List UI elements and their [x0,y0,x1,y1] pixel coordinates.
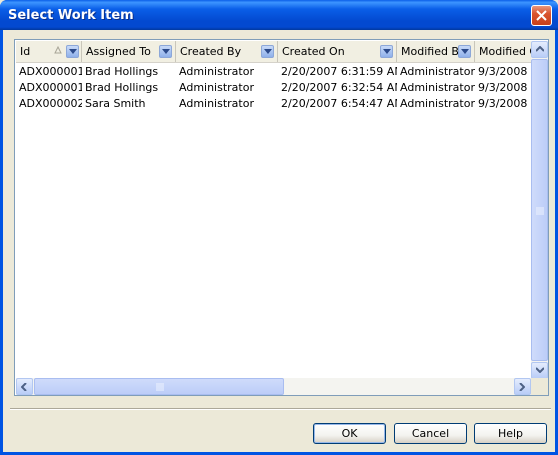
scroll-down-button[interactable] [531,362,548,379]
ok-button[interactable]: OK [313,423,386,444]
horizontal-scrollbar[interactable] [16,378,531,395]
table-row[interactable]: ADX0000025 Sara Smith Administrator 2/20… [16,96,531,112]
dialog-body: Id Assigned To Created By Created On Mod… [3,30,555,452]
chevron-down-icon [69,49,77,54]
column-header-modified-on[interactable]: Modified O [475,41,531,62]
column-header-id[interactable]: Id [16,41,82,62]
horizontal-scroll-thumb[interactable] [34,378,284,395]
grip-icon [156,383,164,391]
chevron-down-icon [162,49,170,54]
column-header-created-by[interactable]: Created By [176,41,278,62]
cell-created-on: 2/20/2007 6:32:54 AM [281,81,397,94]
cell-id: ADX0000015 [19,65,82,78]
cell-assigned-to: Brad Hollings [85,65,159,78]
column-header-assigned-to[interactable]: Assigned To [82,41,176,62]
scroll-right-button[interactable] [514,378,531,395]
vertical-scrollbar[interactable] [531,41,548,379]
cancel-button[interactable]: Cancel [394,423,467,444]
cell-modified-on: 9/3/2008 1 [478,81,531,94]
title-bar[interactable]: Select Work Item [0,0,558,30]
separator [10,408,551,410]
chevron-down-icon [383,49,391,54]
cell-created-by: Administrator [179,65,254,78]
cell-modified-on: 9/3/2008 1 [478,65,531,78]
cell-created-by: Administrator [179,97,254,110]
cell-modified-by: Administrator [400,97,475,110]
table-row[interactable]: ADX0000016 Brad Hollings Administrator 2… [16,80,531,96]
column-label-modified-on: Modified O [479,45,531,58]
filter-button-created-on[interactable] [380,45,393,58]
column-label-assigned-to: Assigned To [86,45,151,58]
scroll-up-button[interactable] [531,41,548,58]
chevron-right-icon [519,383,525,391]
table-row[interactable]: ADX0000015 Brad Hollings Administrator 2… [16,64,531,80]
cell-id: ADX0000025 [19,97,82,110]
filter-button-modified-by[interactable] [458,45,471,58]
filter-button-created-by[interactable] [261,45,274,58]
sort-ascending-icon [54,46,62,54]
filter-button-id[interactable] [66,45,79,58]
grid-rows: ADX0000015 Brad Hollings Administrator 2… [16,63,531,373]
cell-modified-on: 9/3/2008 1 [478,97,531,110]
chevron-up-icon [536,46,544,52]
grip-icon [536,207,544,215]
scroll-left-button[interactable] [16,378,33,395]
column-label-id: Id [20,45,31,58]
cell-modified-by: Administrator [400,81,475,94]
column-header-modified-by[interactable]: Modified By [397,41,475,62]
grid-header: Id Assigned To Created By Created On Mod… [16,41,531,63]
work-item-grid: Id Assigned To Created By Created On Mod… [14,39,549,396]
cell-created-on: 2/20/2007 6:31:59 AM [281,65,397,78]
help-button[interactable]: Help [474,423,547,444]
cell-created-by: Administrator [179,81,254,94]
column-label-created-by: Created By [180,45,242,58]
column-label-modified-by: Modified By [401,45,466,58]
cell-assigned-to: Sara Smith [85,97,146,110]
cell-created-on: 2/20/2007 6:54:47 AM [281,97,397,110]
cell-assigned-to: Brad Hollings [85,81,159,94]
scrollbar-corner [531,378,548,395]
filter-button-assigned-to[interactable] [159,45,172,58]
close-button[interactable] [531,5,552,26]
chevron-down-icon [264,49,272,54]
vertical-scroll-thumb[interactable] [531,59,548,361]
cell-id: ADX0000016 [19,81,82,94]
cell-modified-by: Administrator [400,65,475,78]
chevron-left-icon [21,383,27,391]
window-title: Select Work Item [8,8,134,23]
column-header-created-on[interactable]: Created On [278,41,397,62]
chevron-down-icon [461,49,469,54]
close-icon [536,10,547,21]
dialog-window: Select Work Item Id Assigned To Created … [0,0,558,455]
column-label-created-on: Created On [282,45,345,58]
chevron-down-icon [536,367,544,373]
